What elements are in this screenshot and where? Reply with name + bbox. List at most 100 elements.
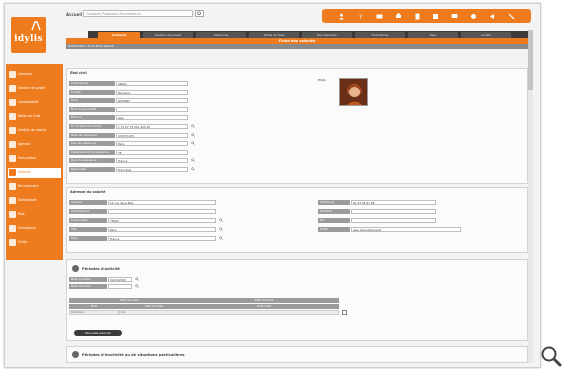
address-contact-input[interactable] (351, 209, 436, 214)
address-contact-row: Portable (318, 209, 468, 214)
help-icon[interactable]: ? (357, 13, 364, 20)
address-contact-input[interactable]: 01 23 45 67 89 (351, 200, 436, 205)
civil-field-input[interactable]: Jean (116, 115, 188, 121)
user-icon[interactable] (338, 13, 345, 20)
lookup-icon[interactable] (135, 284, 139, 288)
civil-field-label: Nationalité (69, 167, 115, 172)
address-title: Adresse du salarié (70, 190, 106, 194)
chat-icon[interactable] (451, 13, 458, 20)
collapse-icon[interactable] (72, 351, 79, 358)
address-contact-label: Fax (318, 218, 350, 223)
sidebar-item-label: Statistiques (18, 198, 37, 202)
sidebar-item-paie[interactable]: Paie (8, 210, 61, 220)
search-label: Accueil (66, 12, 83, 17)
table-cell: Démission (69, 310, 119, 315)
address-field-input[interactable] (108, 209, 216, 214)
arrow-icon[interactable] (489, 13, 496, 20)
sidebar-item-label: Comptabilité (18, 100, 39, 104)
activity-field-row: Date de sortie (69, 284, 141, 289)
lookup-icon[interactable] (191, 124, 195, 128)
civil-field-input[interactable]: France (116, 158, 188, 164)
address-contact-input[interactable] (351, 218, 436, 223)
activity-field-row: Date d'entrée 01/01/2010 (69, 277, 141, 282)
civil-field-input[interactable]: Paris (116, 141, 188, 147)
search-button[interactable] (195, 10, 204, 17)
logo-text: idylis (14, 34, 43, 44)
calendar-picker-icon[interactable] (342, 310, 347, 315)
sidebar-item-salaries[interactable]: Salariés (8, 168, 61, 178)
civil-field-row: Nationalité Française (69, 167, 197, 172)
document-icon[interactable] (414, 13, 421, 20)
calendar-icon (9, 141, 16, 148)
export-icon[interactable] (432, 13, 439, 20)
civil-field-input[interactable]: Française (116, 167, 188, 172)
sidebar-item-notes-frais[interactable]: Notes de frais (8, 112, 61, 122)
tool-icon[interactable] (508, 13, 515, 20)
address-contact-row: Fax (318, 218, 468, 223)
settings-icon[interactable] (470, 13, 477, 20)
civil-field-label: Lieu de naissance (69, 141, 115, 147)
address-field-row: Adresse 12 rue de la Paix (69, 200, 225, 205)
address-contact-input[interactable]: jean.dupont@mail.fr (351, 227, 461, 232)
table-header: Date de sortie (119, 304, 189, 309)
civil-field-label: Prénom (69, 115, 115, 121)
print-icon[interactable] (395, 13, 402, 20)
civil-field-input[interactable]: DUPONT (116, 98, 188, 104)
sidebar-item-agenda[interactable]: Agenda (8, 140, 61, 150)
activity-field-input[interactable]: 01/01/2010 (108, 277, 132, 282)
lookup-icon[interactable] (191, 167, 195, 171)
tools-icon (9, 239, 16, 246)
table-header: Motif de sortie (189, 298, 339, 303)
lookup-icon[interactable] (191, 132, 195, 137)
sidebar-item-projet[interactable]: Gestion de projet (8, 84, 61, 94)
lookup-icon[interactable] (219, 227, 223, 231)
new-period-button[interactable]: Nouvelle période (74, 330, 122, 336)
sidebar-item-contacts[interactable]: Contacts (8, 70, 61, 80)
app-logo[interactable]: idylis (11, 17, 46, 53)
activity-field-input[interactable] (108, 284, 132, 289)
inactivity-title: Périodes d'inactivité ou de situations p… (82, 353, 185, 357)
sidebar-item-comptabilite[interactable]: Comptabilité (8, 98, 61, 108)
lookup-icon[interactable] (135, 277, 139, 281)
address-field-input[interactable]: 75002 (108, 218, 216, 223)
address-field-row: Pays France (69, 236, 225, 241)
address-field-row: Ville Paris (69, 227, 225, 232)
sidebar-item-formations[interactable]: Formations (8, 224, 61, 234)
civil-field-row: Département de naissance 75 (69, 149, 197, 155)
sidebar-item-label: Gestion de projet (18, 86, 46, 90)
sidebar-item-label: Notes de frais (18, 114, 41, 118)
mail-icon[interactable] (376, 13, 383, 20)
civil-field-label: Pays de naissance (69, 158, 115, 164)
sidebar-item-label: Paie (18, 212, 25, 216)
search-input[interactable]: Contacts Prospects Fournisseurs (83, 10, 193, 17)
address-field-label: Adresse (69, 200, 107, 205)
collapse-icon[interactable] (72, 265, 79, 272)
civil-field-input[interactable]: 07/07/1975 (116, 132, 188, 138)
civil-field-input[interactable]: Monsieur (116, 89, 188, 95)
address-field-input[interactable]: Paris (108, 227, 216, 232)
address-field-label: Complément (69, 209, 107, 214)
civil-field-input[interactable]: S0001 (116, 81, 188, 86)
address-field-input[interactable]: 12 rue de la Paix (108, 200, 216, 205)
sidebar-item-recrutement[interactable]: Recrutement (8, 182, 61, 192)
recruit-icon (9, 183, 16, 190)
sidebar-item-outils[interactable]: Outils (8, 238, 61, 248)
civil-field-input[interactable]: 1 75 07 75 012 123 45 (116, 124, 188, 129)
civil-field-label: N° de sécurité sociale (69, 124, 115, 129)
lookup-icon[interactable] (219, 236, 223, 240)
zoom-icon[interactable] (540, 345, 562, 367)
address-field-input[interactable]: France (108, 236, 216, 241)
address-field-row: Complément (69, 209, 225, 214)
sidebar-item-label: Recrutement (18, 184, 39, 188)
civil-field-input[interactable]: 75 (116, 149, 188, 155)
civil-field-input[interactable] (116, 106, 188, 112)
lookup-icon[interactable] (191, 141, 195, 146)
lookup-icon[interactable] (191, 158, 195, 163)
lookup-icon[interactable] (219, 218, 223, 222)
sidebar-item-facturation[interactable]: Facturation (8, 154, 61, 164)
sidebar-item-statistiques[interactable]: Statistiques (8, 196, 61, 206)
sidebar-item-stocks[interactable]: Gestion de stocks (8, 126, 61, 136)
scrollbar-thumb[interactable] (528, 30, 533, 90)
sidebar-item-label: Formations (18, 226, 36, 230)
civil-field-row: Civilité Monsieur (69, 89, 197, 95)
